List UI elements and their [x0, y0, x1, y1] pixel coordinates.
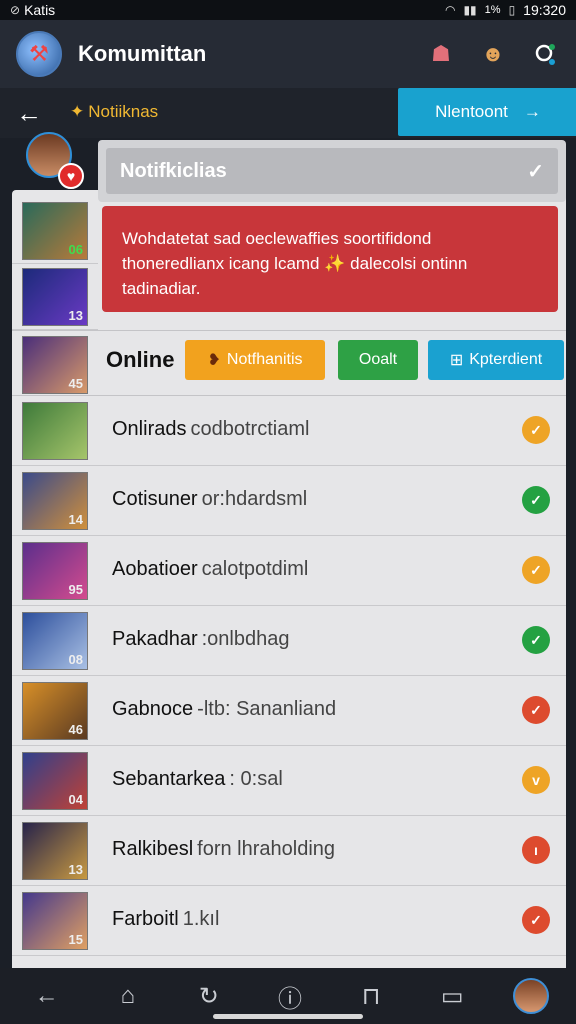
search-icon[interactable] [530, 39, 560, 69]
status-check-icon[interactable]: ✓ [522, 486, 550, 514]
row-detail: -ltb: Sananliand [197, 698, 337, 720]
bell-icon: ❥ [207, 352, 221, 369]
popup-title: Notifkiclias [120, 159, 227, 182]
wifi-icon: ◠ [444, 3, 456, 17]
thumbnail: 04 [22, 752, 88, 810]
online-label: Online [106, 347, 175, 372]
thumbnail: 95 [22, 542, 88, 600]
arrow-right-icon: → [523, 102, 541, 121]
thumbnail: 45 [22, 336, 88, 394]
row-detail: calotpotdiml [201, 558, 309, 580]
row-title: Gabnoce [112, 698, 194, 720]
refresh-icon[interactable]: ↻ [189, 976, 229, 1016]
home-indicator [213, 1014, 363, 1019]
row-title: Sebantarkea [112, 768, 226, 790]
status-check-icon[interactable]: ✓ [522, 556, 550, 584]
thumbnail [22, 402, 88, 460]
row-title: Ralkibesl [112, 838, 194, 860]
thumbnail: 13 [22, 268, 88, 326]
row-detail: forn lhraholding [197, 838, 336, 860]
status-check-icon[interactable]: ı [522, 836, 550, 864]
row-detail: codbotrctiaml [190, 418, 310, 440]
popup-header: Notifkiclias ✓ [98, 140, 566, 202]
oalt-filter-button[interactable]: Ooalt [338, 340, 418, 380]
next-button[interactable]: Nlentoont → [398, 88, 576, 136]
row-title: Farboitl [112, 908, 179, 930]
monitor-icon[interactable]: ▭ [432, 976, 472, 1016]
status-check-icon[interactable]: v [522, 766, 550, 794]
thumbnail: 15 [22, 892, 88, 950]
thumbnail: 46 [22, 682, 88, 740]
thumbnail: 08 [22, 612, 88, 670]
status-check-icon[interactable]: ✓ [522, 906, 550, 934]
sync-icon: ⊘ [10, 3, 21, 17]
battery-icon: ▯ [508, 3, 516, 17]
app-logo-icon[interactable]: ⚒ [16, 31, 62, 77]
thumbnail: 06 [22, 202, 88, 260]
back-arrow-icon[interactable]: ← [16, 98, 42, 129]
info-icon[interactable]: ⓘ [270, 976, 310, 1016]
friends-icon[interactable]: ☗ [426, 39, 456, 69]
row-detail: 1.kıl [182, 908, 220, 930]
thumbnail: 14 [22, 472, 88, 530]
row-detail: :onlbdhag [201, 628, 290, 650]
signal-icon: ▮▮ [463, 3, 477, 17]
back-icon[interactable]: ← [27, 976, 67, 1016]
notifications-filter-button[interactable]: ❥ Notfhanitis [185, 340, 325, 380]
row-title: Pakadhar [112, 628, 198, 650]
status-bar: ⊘ Katis ◠ ▮▮ 1% ▯ 19:320 [0, 0, 576, 20]
status-check-icon[interactable]: ✓ [522, 416, 550, 444]
book-icon[interactable]: ⊓ [351, 976, 391, 1016]
table-row[interactable] [12, 746, 566, 816]
carrier-label: Katis [24, 2, 56, 18]
profile-icon[interactable]: ☻ [478, 39, 508, 69]
check-icon[interactable]: ✓ [527, 159, 544, 184]
row-title: Aobatioer [112, 558, 198, 580]
row-title: Cotisuner [112, 488, 198, 510]
star-icon: ✦ [70, 102, 85, 121]
thumbnail: 13 [22, 822, 88, 880]
heart-icon: ♥ [58, 163, 84, 189]
row-detail: or:hdardsml [201, 488, 308, 510]
app-bar: ⚒ Komumittan ☗ ☻ [0, 20, 576, 88]
status-check-icon[interactable]: ✓ [522, 626, 550, 654]
home-icon[interactable]: ⌂ [108, 976, 148, 1016]
table-row[interactable] [12, 886, 566, 956]
kpterdient-filter-button[interactable]: ⊞ Kpterdient [428, 340, 564, 380]
grid-icon: ⊞ [449, 352, 464, 369]
avatar[interactable] [513, 978, 550, 1014]
sub-header-title: Notiiknas [88, 102, 159, 121]
status-check-icon[interactable]: ✓ [522, 696, 550, 724]
clock: 19:320 [523, 2, 566, 18]
row-title: Onlirads [112, 418, 187, 440]
app-title: Komumittan [78, 41, 207, 66]
alert-message: Wohdatetat sad oeclewaffies soortifidond… [102, 206, 558, 312]
next-button-label: Nlentoont [435, 102, 508, 121]
row-detail: : 0:sal [229, 768, 283, 790]
battery-label: 1% [484, 4, 501, 16]
